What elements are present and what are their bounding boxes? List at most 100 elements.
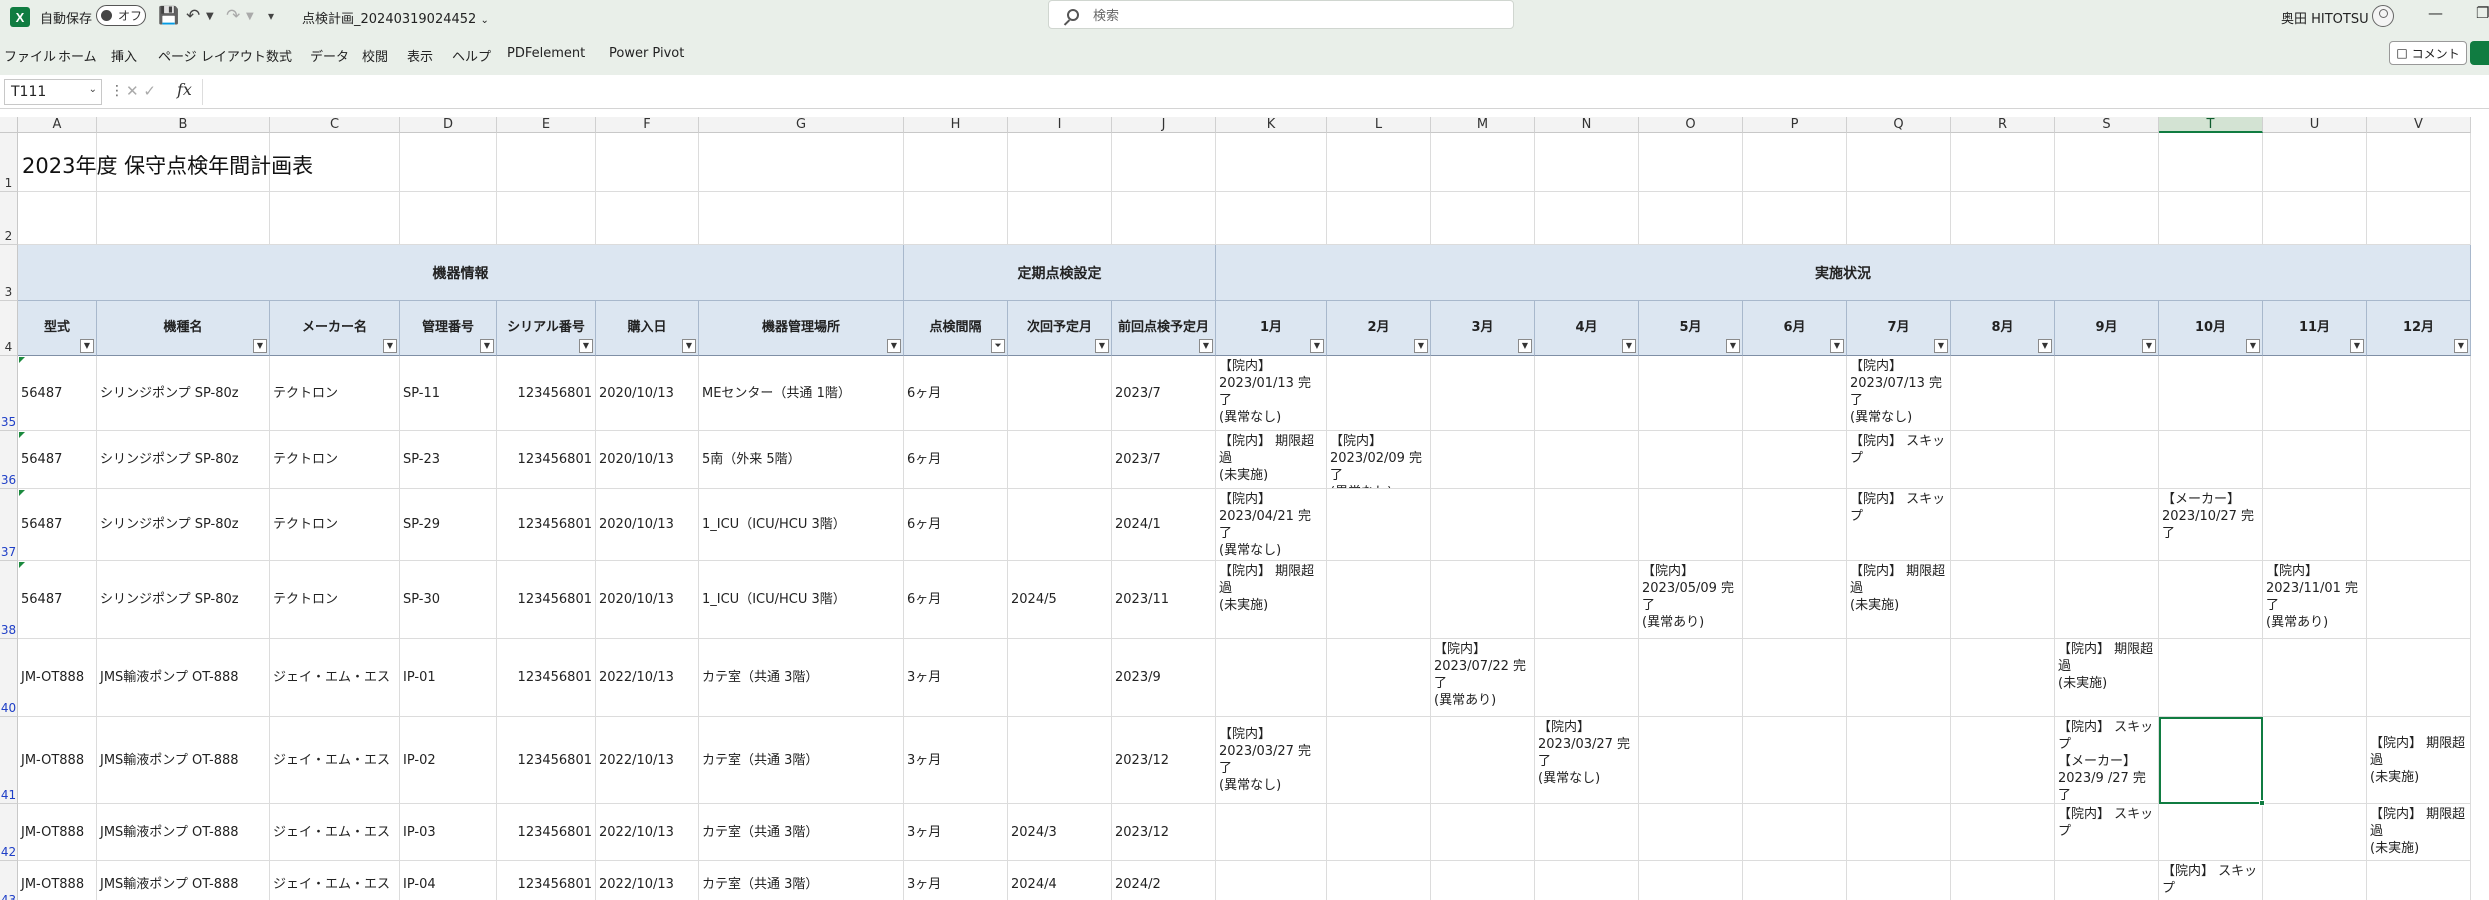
table-cell[interactable]: ジェイ・エム・エス <box>270 639 400 717</box>
redo-dropdown-icon[interactable]: ▼ <box>246 11 254 22</box>
row-header-40[interactable]: 40 <box>0 639 18 717</box>
table-header-cell[interactable]: 7月 ▼ <box>1847 301 1951 356</box>
filter-icon[interactable]: ▼ <box>2142 339 2156 353</box>
schedule-cell[interactable] <box>1431 861 1535 900</box>
table-cell[interactable]: 3ヶ月 <box>904 639 1008 717</box>
table-cell[interactable]: 2020/10/13 <box>596 431 699 489</box>
table-cell[interactable]: JM-OT888 <box>18 717 97 804</box>
filter-icon[interactable]: ▼ <box>2038 339 2052 353</box>
schedule-cell[interactable] <box>1327 717 1431 804</box>
column-header-l[interactable]: L <box>1327 117 1431 133</box>
schedule-cell[interactable] <box>2263 431 2367 489</box>
schedule-cell[interactable] <box>2159 804 2263 861</box>
table-cell[interactable]: テクトロン <box>270 431 400 489</box>
table-cell[interactable]: IP-02 <box>400 717 497 804</box>
column-header-j[interactable]: J <box>1112 117 1216 133</box>
column-header-p[interactable]: P <box>1743 117 1847 133</box>
table-header-cell[interactable]: 2月 ▼ <box>1327 301 1431 356</box>
empty-cell[interactable] <box>497 192 596 245</box>
schedule-cell[interactable] <box>1951 431 2055 489</box>
schedule-cell[interactable] <box>1431 561 1535 639</box>
table-cell[interactable]: 123456801 <box>497 356 596 431</box>
schedule-cell[interactable] <box>1847 639 1951 717</box>
schedule-cell[interactable]: 【院内】 2023/07/22 完了 (異常あり) <box>1431 639 1535 717</box>
column-header-e[interactable]: E <box>497 117 596 133</box>
schedule-cell[interactable] <box>1535 489 1639 561</box>
table-cell[interactable]: 2023/7 <box>1112 431 1216 489</box>
table-header-cell[interactable]: 11月 ▼ <box>2263 301 2367 356</box>
table-cell[interactable]: MEセンター（共通 1階） <box>699 356 904 431</box>
schedule-cell[interactable] <box>1639 639 1743 717</box>
schedule-cell[interactable] <box>2263 861 2367 900</box>
schedule-cell[interactable] <box>1216 861 1327 900</box>
table-cell[interactable]: 2022/10/13 <box>596 639 699 717</box>
schedule-cell[interactable] <box>1743 861 1847 900</box>
schedule-cell[interactable] <box>1951 489 2055 561</box>
row-header-38[interactable]: 38 <box>0 561 18 639</box>
filter-icon[interactable]: ▼ <box>1622 339 1636 353</box>
table-cell[interactable]: シリンジポンプ SP-80z <box>97 489 270 561</box>
column-header-t[interactable]: T <box>2159 117 2263 133</box>
schedule-cell[interactable]: 【院内】 2023/03/27 完了 (異常なし) <box>1535 717 1639 804</box>
menu-help[interactable]: ヘルプ <box>452 46 491 65</box>
table-cell[interactable]: 2024/4 <box>1008 861 1112 900</box>
column-header-q[interactable]: Q <box>1847 117 1951 133</box>
filter-icon[interactable]: ▼ <box>480 339 494 353</box>
table-cell[interactable] <box>1008 489 1112 561</box>
table-header-cell[interactable]: シリアル番号 ▼ <box>497 301 596 356</box>
filter-icon[interactable]: ▼ <box>80 339 94 353</box>
empty-cell[interactable] <box>1112 192 1216 245</box>
schedule-cell[interactable] <box>1639 489 1743 561</box>
schedule-cell[interactable]: 【院内】 期限超過 (未実施) <box>1847 561 1951 639</box>
table-cell[interactable]: シリンジポンプ SP-80z <box>97 561 270 639</box>
schedule-cell[interactable] <box>1743 431 1847 489</box>
chevron-down-icon[interactable]: ⌄ <box>89 84 97 95</box>
schedule-cell[interactable] <box>1847 861 1951 900</box>
table-cell[interactable]: SP-23 <box>400 431 497 489</box>
worksheet-grid[interactable]: A B C D E F G H I J K L M N O P Q R S T U V 1 2 3 4 35 36 37 38 40 41 42… <box>0 109 2489 900</box>
table-cell[interactable] <box>1008 356 1112 431</box>
filter-icon[interactable]: ▼ <box>1726 339 1740 353</box>
row-header-2[interactable]: 2 <box>0 192 18 245</box>
table-cell[interactable]: ジェイ・エム・エス <box>270 804 400 861</box>
table-header-cell[interactable]: 9月 ▼ <box>2055 301 2159 356</box>
table-header-cell[interactable]: 1月 ▼ <box>1216 301 1327 356</box>
empty-cell[interactable] <box>2367 192 2471 245</box>
search-input[interactable]: 検索 <box>1048 0 1514 29</box>
empty-cell[interactable] <box>1535 192 1639 245</box>
empty-cell[interactable] <box>1327 133 1431 192</box>
table-cell[interactable]: JMS輸液ポンプ OT-888 <box>97 804 270 861</box>
schedule-cell[interactable] <box>2159 561 2263 639</box>
filter-icon[interactable]: ▼ <box>1310 339 1324 353</box>
schedule-cell[interactable] <box>1327 356 1431 431</box>
empty-cell[interactable] <box>1008 192 1112 245</box>
table-cell[interactable]: 2022/10/13 <box>596 804 699 861</box>
schedule-cell[interactable]: 【院内】 期限超過 (未実施) <box>1216 561 1327 639</box>
table-cell[interactable]: 56487 <box>18 561 97 639</box>
schedule-cell[interactable] <box>1951 561 2055 639</box>
row-header-41[interactable]: 41 <box>0 717 18 804</box>
table-cell[interactable]: 2023/12 <box>1112 717 1216 804</box>
formula-input[interactable] <box>202 79 2487 105</box>
menu-data[interactable]: データ <box>310 46 349 65</box>
empty-cell[interactable] <box>1431 133 1535 192</box>
table-cell[interactable]: 123456801 <box>497 861 596 900</box>
empty-cell[interactable] <box>2263 133 2367 192</box>
restore-icon[interactable]: ❐ <box>2476 4 2489 22</box>
empty-cell[interactable] <box>699 192 904 245</box>
table-cell[interactable]: 123456801 <box>497 804 596 861</box>
table-cell[interactable]: ジェイ・エム・エス <box>270 717 400 804</box>
schedule-cell[interactable]: 【院内】 期限超過 (未実施) <box>1216 431 1327 489</box>
table-cell[interactable]: カテ室（共通 3階） <box>699 804 904 861</box>
schedule-cell[interactable] <box>1743 717 1847 804</box>
schedule-cell[interactable] <box>2367 431 2471 489</box>
schedule-cell[interactable] <box>1431 804 1535 861</box>
schedule-cell[interactable] <box>1951 356 2055 431</box>
table-cell[interactable]: SP-11 <box>400 356 497 431</box>
empty-cell[interactable] <box>1216 192 1327 245</box>
empty-cell[interactable] <box>596 133 699 192</box>
schedule-cell[interactable]: 【院内】 2023/05/09 完了 (異常あり) <box>1639 561 1743 639</box>
schedule-cell[interactable]: 【院内】 スキップ <box>1847 489 1951 561</box>
table-cell[interactable]: 2023/7 <box>1112 356 1216 431</box>
empty-cell[interactable] <box>1951 192 2055 245</box>
